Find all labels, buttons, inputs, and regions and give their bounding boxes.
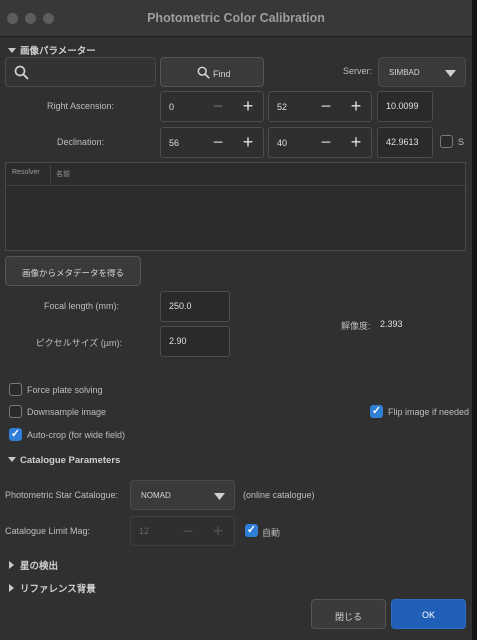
close-button[interactable]: 閉じる <box>311 599 386 629</box>
resolution-value: 2.393 <box>380 319 403 329</box>
online-catalogue-note: (online catalogue) <box>243 490 315 500</box>
server-label: Server: <box>343 66 373 76</box>
auto-mag-checkbox[interactable]: ✓ <box>245 524 258 537</box>
focal-length-field[interactable]: 250.0 <box>160 291 230 322</box>
find-button-label: Find <box>213 69 231 79</box>
minus-icon[interactable]: − <box>205 128 231 157</box>
dec-minutes-value: 40 <box>277 138 288 148</box>
window-title: Photometric Color Calibration <box>147 11 325 25</box>
minus-icon[interactable]: − <box>313 92 339 121</box>
dec-degrees-stepper[interactable]: 56 − + <box>160 127 264 158</box>
limit-mag-label: Catalogue Limit Mag: <box>5 526 91 536</box>
limit-mag-stepper[interactable]: 12 − + <box>130 516 235 546</box>
minus-icon[interactable]: − <box>175 517 201 545</box>
star-catalogue-select[interactable]: NOMAD <box>130 480 235 510</box>
auto-mag-label: 自動 <box>262 528 281 538</box>
catalogue-params-header-label: Catalogue Parameters <box>20 455 121 466</box>
image-params-header[interactable]: 画像パラメーター <box>8 43 96 57</box>
disclosure-right-icon <box>9 584 14 592</box>
resolver-column-header[interactable]: Resolver <box>12 169 40 176</box>
reference-background-section[interactable]: リファレンス背景 <box>9 581 96 595</box>
plus-icon[interactable]: + <box>343 128 369 157</box>
get-metadata-button[interactable]: 画像からメタデータを得る <box>5 256 141 286</box>
star-catalogue-value: NOMAD <box>141 491 171 500</box>
pixel-size-field[interactable]: 2.90 <box>160 326 230 357</box>
pixel-size-label: ピクセルサイズ (µm): <box>35 338 122 348</box>
dec-label: Declination: <box>56 137 104 147</box>
flip-image-checkbox[interactable]: ✓ <box>370 405 383 418</box>
resolution-label: 解像度: <box>341 321 371 331</box>
dec-degrees-value: 56 <box>169 138 180 148</box>
reference-background-label: リファレンス背景 <box>20 584 96 595</box>
plus-icon[interactable]: + <box>205 517 231 545</box>
force-plate-checkbox[interactable] <box>9 383 22 396</box>
background-terminal-strip <box>472 0 477 640</box>
plus-icon[interactable]: + <box>343 92 369 121</box>
star-detection-section[interactable]: 星の検出 <box>9 558 58 572</box>
server-select-value: SIMBAD <box>389 68 420 77</box>
chevron-down-icon <box>445 70 456 77</box>
disclosure-down-icon <box>8 457 16 462</box>
focal-length-label: Focal length (mm): <box>43 301 119 311</box>
dec-seconds-field[interactable]: 42.9613 <box>377 127 433 158</box>
south-label: S <box>458 137 465 147</box>
search-icon <box>197 66 210 79</box>
force-plate-label: Force plate solving <box>27 385 103 395</box>
search-input[interactable] <box>5 57 156 87</box>
minus-icon[interactable]: − <box>313 128 339 157</box>
plus-icon[interactable]: + <box>235 128 261 157</box>
title-bar: Photometric Color Calibration <box>0 0 472 37</box>
star-catalogue-label: Photometric Star Catalogue: <box>5 490 119 500</box>
get-metadata-label: 画像からメタデータを得る <box>21 268 124 278</box>
dec-minutes-stepper[interactable]: 40 − + <box>268 127 372 158</box>
resolver-table[interactable]: Resolver 名前 <box>5 162 466 251</box>
plus-icon[interactable]: + <box>235 92 261 121</box>
south-checkbox[interactable] <box>440 135 453 148</box>
ra-label: Right Ascension: <box>46 101 114 111</box>
ra-hours-stepper[interactable]: 0 − + <box>160 91 264 122</box>
star-detection-label: 星の検出 <box>20 561 59 572</box>
ra-minutes-value: 52 <box>277 102 288 112</box>
search-icon <box>14 65 29 80</box>
ra-seconds-field[interactable]: 10.0099 <box>377 91 433 122</box>
close-button-label: 閉じる <box>334 612 362 622</box>
ra-minutes-stepper[interactable]: 52 − + <box>268 91 372 122</box>
downsample-label: Downsample image <box>27 407 107 417</box>
column-divider <box>50 165 51 183</box>
find-button[interactable]: Find <box>160 57 264 87</box>
ok-button-label: OK <box>421 610 435 620</box>
table-header-divider <box>6 185 465 186</box>
downsample-checkbox[interactable] <box>9 405 22 418</box>
minus-icon[interactable]: − <box>205 92 231 121</box>
disclosure-down-icon <box>8 48 16 53</box>
disclosure-right-icon <box>9 561 14 569</box>
ra-hours-value: 0 <box>169 102 175 112</box>
flip-image-label: Flip image if needed <box>388 407 470 417</box>
name-column-header[interactable]: 名前 <box>56 169 70 179</box>
autocrop-label: Auto-crop (for wide field) <box>27 430 126 440</box>
image-params-header-label: 画像パラメーター <box>20 46 96 57</box>
autocrop-checkbox[interactable]: ✓ <box>9 428 22 441</box>
server-select[interactable]: SIMBAD <box>378 57 466 87</box>
ok-button[interactable]: OK <box>391 599 466 629</box>
catalogue-params-header[interactable]: Catalogue Parameters <box>8 455 120 466</box>
chevron-down-icon <box>214 493 225 500</box>
limit-mag-value: 12 <box>139 526 150 536</box>
